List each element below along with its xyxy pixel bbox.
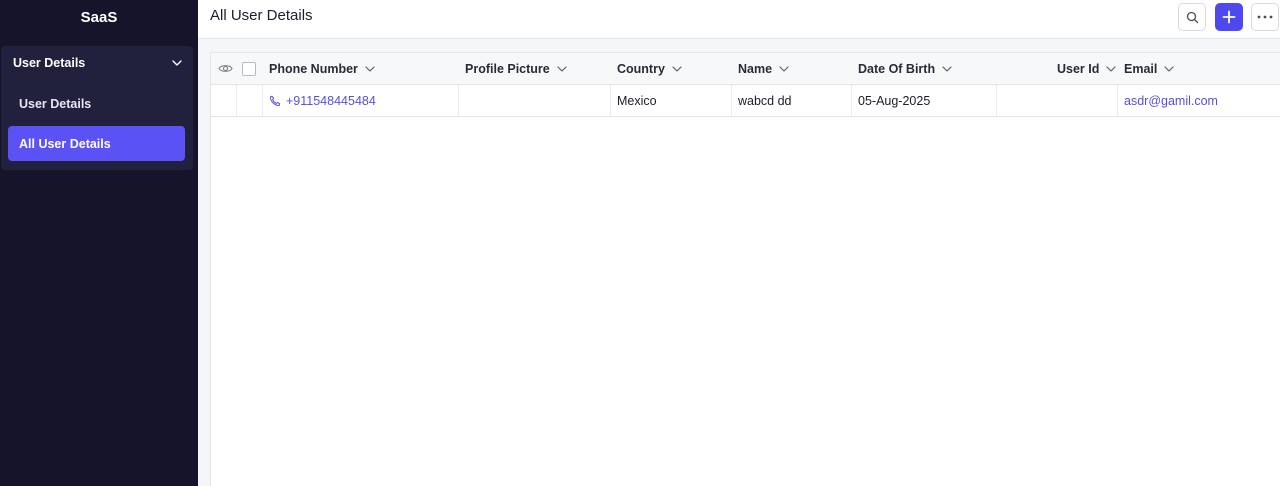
column-divider <box>1117 85 1118 116</box>
column-divider <box>610 85 611 116</box>
chevron-down-icon <box>557 65 567 72</box>
nav-group-user-details: User Details User Details All User Detai… <box>1 46 193 170</box>
chevron-down-icon <box>172 60 182 66</box>
column-header-country[interactable]: Country <box>617 53 683 84</box>
table-header: Phone Number Profile Picture Country Nam… <box>211 53 1280 85</box>
column-divider <box>262 85 263 116</box>
sidebar-item-label: User Details <box>19 96 92 111</box>
chevron-down-icon <box>1164 65 1174 72</box>
column-label: Date Of Birth <box>858 61 936 76</box>
nav-group-label: User Details <box>13 56 86 70</box>
sidebar-item-user-details[interactable]: User Details <box>8 86 185 121</box>
page-title: All User Details <box>210 7 313 24</box>
column-header-date-of-birth[interactable]: Date Of Birth <box>858 53 953 84</box>
chevron-down-icon <box>365 65 375 72</box>
column-header-user-id[interactable]: User Id <box>1057 53 1117 84</box>
column-label: Phone Number <box>269 61 358 76</box>
top-bar: All User Details <box>198 0 1280 39</box>
sidebar-item-all-user-details[interactable]: All User Details <box>8 126 185 161</box>
more-options-button[interactable] <box>1251 3 1279 31</box>
column-header-email[interactable]: Email <box>1124 53 1175 84</box>
phone-link[interactable]: +911548445484 <box>269 85 376 116</box>
column-divider <box>996 85 997 116</box>
column-divider <box>236 85 237 116</box>
nav-group-toggle[interactable]: User Details <box>1 46 193 80</box>
column-label: Email <box>1124 61 1158 76</box>
column-header-phone-number[interactable]: Phone Number <box>269 53 376 84</box>
sidebar: SaaS User Details User Details All User … <box>0 0 198 486</box>
chevron-down-icon <box>779 65 789 72</box>
cell-name: wabcd dd <box>738 93 792 108</box>
column-label: Country <box>617 61 665 76</box>
plus-icon <box>1222 10 1236 24</box>
more-horizontal-icon <box>1257 15 1273 19</box>
phone-icon <box>269 95 281 106</box>
cell-date-of-birth: 05-Aug-2025 <box>858 93 931 108</box>
phone-number: +911548445484 <box>286 93 376 108</box>
select-all-checkbox[interactable] <box>242 53 256 84</box>
column-header-name[interactable]: Name <box>738 53 790 84</box>
table-row[interactable]: +911548445484 Mexico wabcd dd 05-Aug-202… <box>211 85 1280 117</box>
column-label: Name <box>738 61 773 76</box>
search-icon <box>1186 11 1198 23</box>
email-link[interactable]: asdr@gamil.com <box>1124 85 1218 116</box>
column-divider <box>458 85 459 116</box>
chevron-down-icon <box>1106 65 1116 72</box>
cell-country: Mexico <box>617 93 657 108</box>
chevron-down-icon <box>942 65 952 72</box>
view-toggle[interactable] <box>216 53 234 84</box>
sidebar-item-label: All User Details <box>19 136 111 151</box>
eye-icon <box>217 65 233 72</box>
checkbox-box <box>242 61 256 76</box>
records-table: Phone Number Profile Picture Country Nam… <box>210 52 1280 486</box>
column-divider <box>851 85 852 116</box>
column-header-profile-picture[interactable]: Profile Picture <box>465 53 568 84</box>
search-button[interactable] <box>1178 3 1206 31</box>
column-label: User Id <box>1057 61 1100 76</box>
column-label: Profile Picture <box>465 61 550 76</box>
add-record-button[interactable] <box>1215 3 1243 31</box>
column-divider <box>731 85 732 116</box>
app-logo: SaaS <box>80 8 118 26</box>
chevron-down-icon <box>672 65 682 72</box>
